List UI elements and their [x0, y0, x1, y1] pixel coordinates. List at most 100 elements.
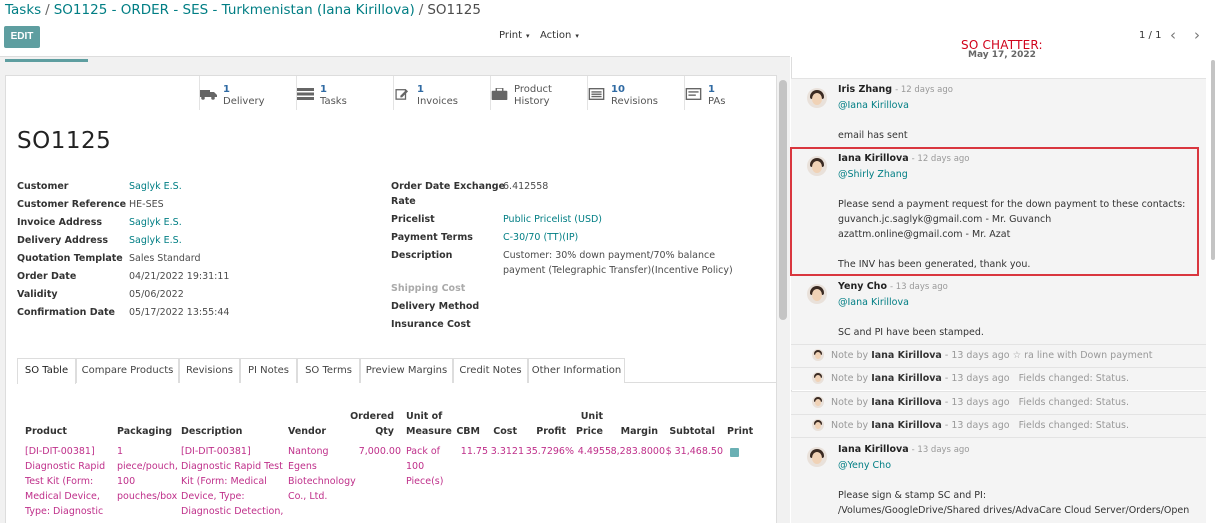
product-history-label-2: History [514, 96, 550, 107]
pricelist-value[interactable]: Public Pricelist (USD) [503, 214, 602, 225]
avatar [812, 396, 824, 408]
payment-terms-value[interactable]: C-30/70 (TT)(IP) [503, 232, 578, 243]
note-body: Fields changed: Status. [1018, 397, 1130, 408]
column-header-uom[interactable]: Unit of Measure [406, 409, 452, 439]
column-header-uom-line-2: Measure [406, 426, 452, 437]
avatar-face [812, 289, 822, 301]
invoice-address-value[interactable]: Saglyk E.S. [129, 217, 182, 228]
tasks-smart-button[interactable]: 1 Tasks [296, 76, 392, 110]
delivery-smart-button[interactable]: 1 Delivery [199, 76, 295, 110]
note-author: Iana Kirillova [871, 420, 942, 431]
message-mention[interactable]: @Yeny Cho [838, 460, 891, 471]
column-header-margin[interactable]: Margin [610, 424, 658, 439]
column-header-print[interactable]: Print [727, 424, 753, 439]
column-header-product[interactable]: Product [25, 424, 67, 439]
message-author-name: Yeny Cho [838, 281, 887, 292]
form-scrollbar[interactable] [779, 80, 787, 320]
description-value-2: payment (Telegraphic Transfer)(Incentive… [503, 265, 733, 276]
cell-description-line: Device, Type: [181, 491, 245, 502]
tab-pi-notes[interactable]: PI Notes [240, 358, 297, 383]
pas-smart-button[interactable]: 1 PAs [684, 76, 776, 110]
chevron-right-icon[interactable]: › [1194, 26, 1200, 44]
cell-ordered-qty: 7,000.00 [358, 446, 401, 457]
tab-so-terms[interactable]: SO Terms [297, 358, 360, 383]
star-icon[interactable]: ☆ [1013, 350, 1022, 361]
note-prefix: Note by [831, 397, 869, 408]
validity-value: 05/06/2022 [129, 289, 184, 300]
cell-description-line: Diagnostic Detection, [181, 506, 284, 517]
chevron-left-icon[interactable]: ‹ [1170, 26, 1176, 44]
message-mention[interactable]: @Iana Kirillova [838, 100, 909, 111]
avatar-face [812, 452, 822, 464]
column-header-cost[interactable]: Cost [486, 424, 517, 439]
pager-value: 1 / 1 [1139, 30, 1162, 41]
note-text: Note by Iana Kirillova - 13 days ago ☆ r… [831, 350, 1152, 361]
caret-down-icon: ▾ [526, 32, 530, 40]
order-title: SO1125 [17, 128, 112, 154]
cell-packaging-line: piece/pouch, [117, 461, 178, 472]
column-header-ordered-qty-line-1: Ordered [350, 411, 394, 422]
print-checkbox[interactable] [730, 448, 739, 457]
delivery-address-value[interactable]: Saglyk E.S. [129, 235, 182, 246]
revisions-smart-button[interactable]: 10 Revisions [587, 76, 683, 110]
note-author: Iana Kirillova [871, 373, 942, 384]
customer-reference-label: Customer Reference [17, 199, 127, 210]
column-header-ordered-qty[interactable]: Ordered Qty [340, 409, 394, 439]
note-time: - 13 days ago [944, 373, 1010, 384]
column-header-ordered-qty-line-2: Qty [375, 426, 394, 437]
confirmation-date-value: 05/17/2022 13:55:44 [129, 307, 230, 318]
chatter-scrollbar[interactable] [1211, 60, 1215, 260]
tab-compare-products[interactable]: Compare Products [76, 358, 179, 383]
invoices-count: 1 [417, 84, 424, 95]
column-header-subtotal[interactable]: Subtotal [665, 424, 715, 439]
edit-button[interactable]: EDIT [4, 26, 40, 48]
breadcrumb-order-link[interactable]: SO1125 - ORDER - SES - Turkmenistan (Ian… [54, 2, 415, 18]
customer-label: Customer [17, 181, 69, 192]
message-mention[interactable]: @Iana Kirillova [838, 297, 909, 308]
breadcrumb-separator: / [45, 2, 50, 18]
cell-product-line: Medical Device, [25, 491, 100, 502]
note-time: - 13 days ago [944, 420, 1010, 431]
column-header-profit[interactable]: Profit [530, 424, 566, 439]
note-body: Fields changed: Status. [1018, 373, 1130, 384]
tab-other-information[interactable]: Other Information [528, 358, 625, 383]
column-header-vendor[interactable]: Vendor [288, 424, 326, 439]
avatar [807, 284, 827, 304]
tab-so-table[interactable]: SO Table [17, 358, 76, 384]
note-body: Fields changed: Status. [1018, 420, 1130, 431]
column-header-cbm[interactable]: CBM [450, 424, 480, 439]
breadcrumb-tasks-link[interactable]: Tasks [5, 2, 41, 18]
avatar-face [815, 399, 821, 406]
truck-icon [200, 90, 217, 100]
cell-profit: 35.7296% [525, 446, 574, 457]
action-label: Action [540, 30, 572, 41]
message-author-name: Iris Zhang [838, 84, 893, 95]
cell-description-line: Kit (Form: Medical [181, 476, 267, 487]
column-header-packaging[interactable]: Packaging [117, 424, 172, 439]
customer-value[interactable]: Saglyk E.S. [129, 181, 182, 192]
order-date-value: 04/21/2022 19:31:11 [129, 271, 230, 282]
note-prefix: Note by [831, 373, 869, 384]
message-body: /Volumes/GoogleDrive/Shared drives/AdvaC… [838, 505, 1190, 516]
message-time: - 13 days ago [911, 445, 970, 455]
tab-credit-notes[interactable]: Credit Notes [453, 358, 528, 383]
quotation-template-label: Quotation Template [17, 253, 123, 264]
invoices-smart-button[interactable]: 1 Invoices [393, 76, 489, 110]
pas-count: 1 [708, 84, 715, 95]
cell-product-line: [DI-DIT-00381] [25, 446, 95, 457]
delivery-count: 1 [223, 84, 230, 95]
cell-cost: 3.3121 [490, 446, 524, 457]
print-dropdown[interactable]: Print ▾ [499, 30, 530, 41]
column-header-unit-price[interactable]: Unit Price [570, 409, 603, 439]
tab-revisions[interactable]: Revisions [179, 358, 240, 383]
action-dropdown[interactable]: Action ▾ [540, 30, 579, 41]
pas-label: PAs [708, 96, 726, 107]
confirmation-date-label: Confirmation Date [17, 307, 115, 318]
tab-preview-margins[interactable]: Preview Margins [360, 358, 453, 383]
product-history-smart-button[interactable]: Product History [490, 76, 586, 110]
column-header-description[interactable]: Description [181, 424, 242, 439]
tasks-count: 1 [320, 84, 327, 95]
shipping-cost-label: Shipping Cost [391, 283, 466, 294]
cell-vendor-line: Biotechnology [288, 476, 356, 487]
note-text: Note by Iana Kirillova - 13 days ago Fie… [831, 420, 1129, 431]
